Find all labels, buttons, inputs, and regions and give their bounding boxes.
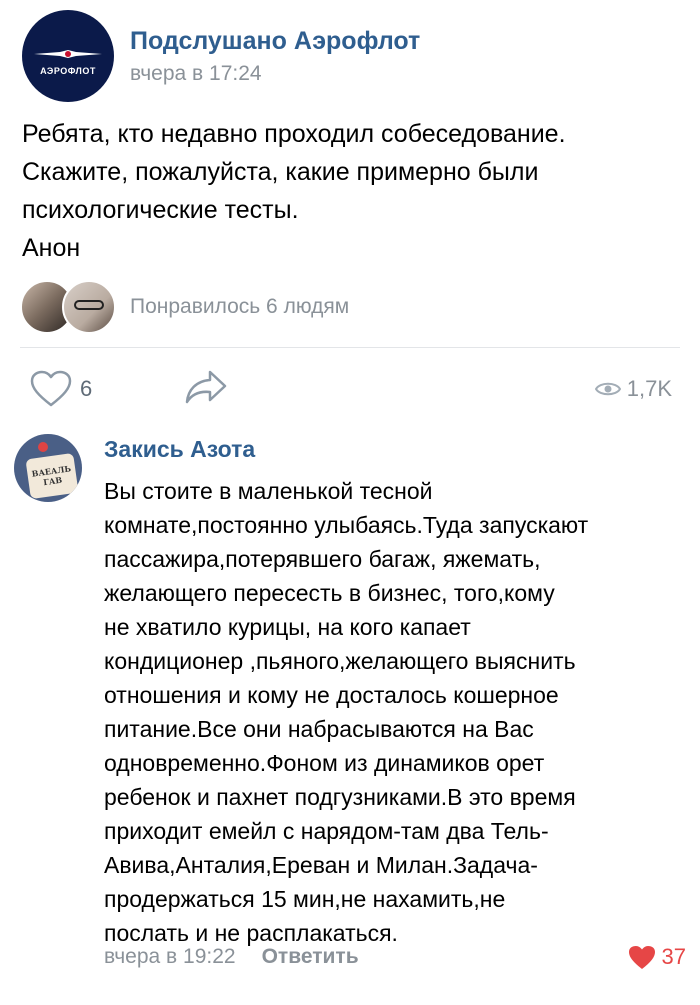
comment-text-line: одновременно.Фоном из динамиков орет bbox=[104, 750, 545, 776]
like-count: 6 bbox=[80, 376, 93, 401]
likes-summary: Понравилось 6 людям bbox=[130, 295, 350, 318]
comment-author-name[interactable]: Закись Азота bbox=[104, 436, 255, 463]
comment-footer: вчера в 19:22 Ответить 37 bbox=[104, 944, 686, 970]
comment-text-line: ребенок и пахнет подгузниками.В это врем… bbox=[104, 784, 576, 810]
comment-text-line: питание.Все они набрасываются на Вас bbox=[104, 716, 534, 742]
comment-like-count: 37 bbox=[661, 944, 686, 969]
post-actions: 6 1,7K bbox=[30, 368, 672, 410]
heart-filled-icon bbox=[628, 945, 655, 969]
share-arrow-icon bbox=[186, 370, 227, 403]
post-header: АЭРОФЛОТ Подслушано Аэрофлот вчера в 17:… bbox=[22, 10, 420, 102]
comment-timestamp: вчера в 19:22 bbox=[104, 945, 236, 968]
comment-text-line: приходит емейл с нарядом-там два Тель- bbox=[104, 818, 549, 844]
comment-text: Вы стоите в маленькой тесной комнате,пос… bbox=[104, 474, 694, 950]
avatar-caption: ВАЕАЛЬ ГАВ bbox=[31, 463, 72, 488]
comment-text-line: Авива,Анталия,Ереван и Милан.Задача- bbox=[104, 852, 538, 878]
post-text-line: психологические тесты. bbox=[22, 196, 299, 224]
comment-text-line: желающего пересесть в бизнес, того,кому bbox=[104, 580, 555, 606]
heart-outline-icon bbox=[30, 370, 72, 407]
comment-text-line: комнате,постоянно улыбаясь.Туда запускаю… bbox=[104, 512, 589, 538]
post-timestamp[interactable]: вчера в 17:24 bbox=[130, 62, 420, 86]
post-text-line: Анон bbox=[22, 234, 81, 262]
comment-text-line: Вы стоите в маленькой тесной bbox=[104, 478, 433, 504]
likers-row[interactable]: Понравилось 6 людям bbox=[20, 280, 349, 334]
views-count: 1,7K bbox=[626, 376, 672, 401]
group-name-link[interactable]: Подслушано Аэрофлот bbox=[130, 26, 420, 56]
liker-avatar bbox=[62, 280, 116, 334]
group-avatar[interactable]: АЭРОФЛОТ bbox=[22, 10, 114, 102]
post-text-line: Скажите, пожалуйста, какие примерно были bbox=[22, 158, 539, 186]
comment-text-line: пассажира,потерявшего багаж, яжемать, bbox=[104, 546, 541, 572]
comment-text-line: отношения и кому не досталось кошерное bbox=[104, 682, 559, 708]
post-text-line: Ребята, кто недавно проходил собеседован… bbox=[22, 120, 566, 148]
comment-text-line: продержаться 15 мин,не нахамить,не bbox=[104, 886, 506, 912]
post-text: Ребята, кто недавно проходил собеседован… bbox=[22, 115, 682, 267]
comment-like-button[interactable]: 37 bbox=[628, 944, 686, 970]
share-button[interactable] bbox=[184, 369, 228, 410]
comment-author-avatar[interactable]: ВАЕАЛЬ ГАВ bbox=[14, 434, 82, 502]
divider bbox=[20, 347, 680, 348]
comment-text-line: кондиционер ,пьяного,желающего выяснить bbox=[104, 648, 576, 674]
like-button[interactable]: 6 bbox=[30, 370, 92, 408]
aeroflot-logo-icon bbox=[34, 50, 102, 58]
avatar-brand-text: АЭРОФЛОТ bbox=[40, 66, 96, 76]
views-counter: 1,7K bbox=[594, 376, 672, 402]
eye-icon bbox=[594, 382, 621, 396]
comment-text-line: не хватило курицы, на кого капает bbox=[104, 614, 471, 640]
header-text: Подслушано Аэрофлот вчера в 17:24 bbox=[130, 26, 420, 86]
reply-button[interactable]: Ответить bbox=[262, 945, 359, 969]
